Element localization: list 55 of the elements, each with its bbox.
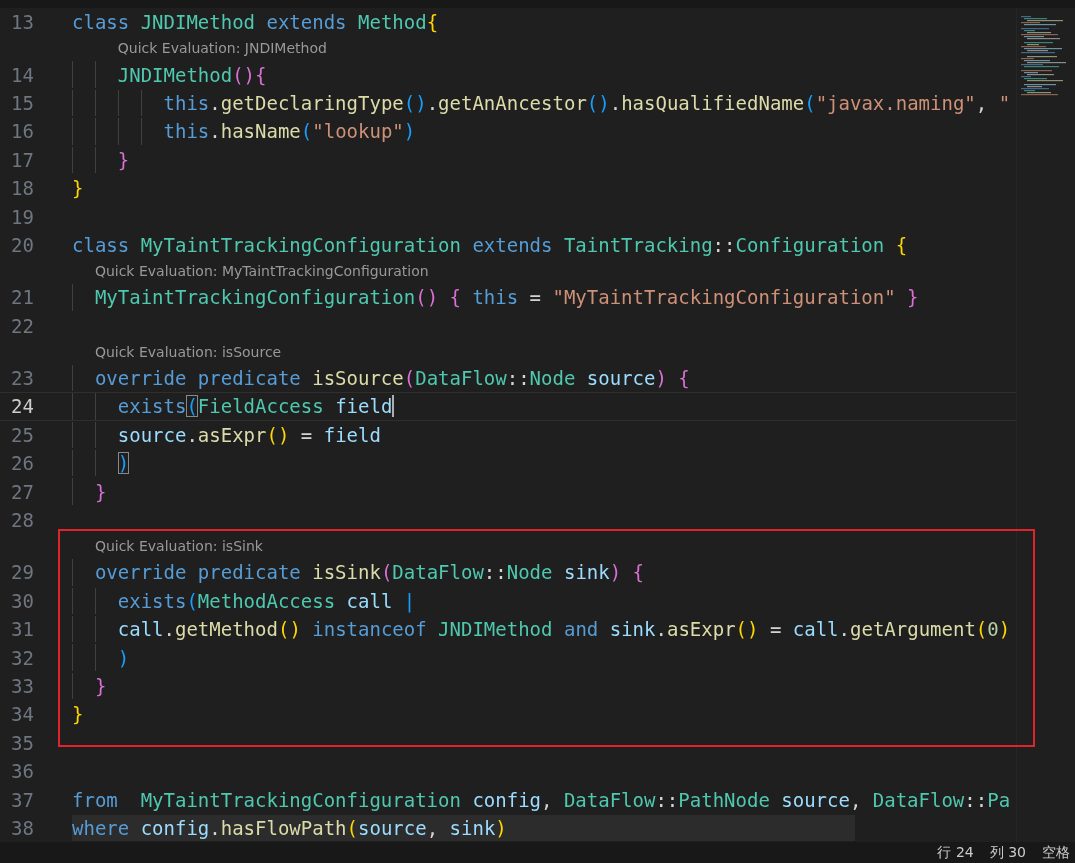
line-number: 16: [10, 120, 34, 143]
code-line: }: [117, 148, 130, 171]
quick-evaluation-link[interactable]: Quick Evaluation: JNDIMethod: [117, 40, 327, 57]
code-line: call.getMethod() instanceof JNDIMethod and sink.asExpr() = call.getArgument(0): [117, 618, 1011, 641]
code-line: this.hasName("lookup"): [163, 120, 416, 143]
code-line: }: [94, 480, 107, 503]
quick-evaluation-link[interactable]: Quick Evaluation: MyTaintTrackingConfiguration: [94, 263, 429, 280]
line-number: 18: [10, 177, 34, 200]
quick-evaluation-link[interactable]: Quick Evaluation: isSink: [94, 538, 263, 555]
line-number: 30: [10, 589, 34, 612]
quick-evaluation-link[interactable]: Quick Evaluation: isSource: [94, 343, 282, 360]
code-line: class MyTaintTrackingConfiguration extends TaintTracking::Configuration {: [72, 233, 908, 256]
line-number: 34: [10, 703, 34, 726]
line-number: 27: [10, 480, 34, 503]
code-line: this.getDeclaringType().getAnAncestor().hasQualifiedName("javax.naming", ": [163, 91, 1011, 114]
status-item[interactable]: 空格: [1042, 843, 1070, 862]
code-line: }: [94, 675, 107, 697]
line-number: 19: [10, 205, 34, 228]
line-number: 35: [10, 731, 34, 754]
line-number: 37: [10, 788, 34, 811]
code-line: }: [72, 177, 84, 200]
line-number: 15: [10, 91, 34, 114]
line-number: 20: [10, 233, 34, 256]
status-item[interactable]: 列 30: [989, 843, 1026, 862]
code-line: JNDIMethod(){: [117, 63, 267, 86]
code-line: source.asExpr() = field: [117, 423, 381, 446]
line-number: 28: [10, 509, 34, 532]
status-item[interactable]: 行 24: [937, 843, 974, 862]
line-number: 23: [10, 367, 34, 390]
code-line: from MyTaintTrackingConfiguration config, DataFlow::PathNode source, DataFlow::Pa: [72, 788, 1011, 811]
line-number: 29: [10, 561, 34, 584]
code-line: where config.hasFlowPath(source, sink): [72, 816, 507, 839]
code-line: ): [117, 646, 130, 669]
line-number: 14: [10, 63, 34, 86]
code-line: override predicate isSource(DataFlow::Node source) {: [94, 367, 690, 390]
line-number: 21: [10, 286, 34, 309]
line-number: 25: [10, 423, 34, 446]
line-number: 32: [10, 646, 34, 669]
line-number: 26: [10, 452, 34, 475]
line-number: 17: [10, 148, 34, 171]
code-line: exists(MethodAccess call |: [117, 589, 416, 612]
text-cursor: [392, 395, 395, 418]
line-number: 31: [10, 618, 34, 641]
code-line: MyTaintTrackingConfiguration() { this = "MyTaintTrackingConfiguration" }: [94, 286, 919, 309]
code-line: class JNDIMethod extends Method{: [72, 11, 439, 34]
line-number: 24: [10, 395, 34, 418]
line-number: 22: [10, 314, 34, 337]
code-line: override predicate isSink(DataFlow::Node sink) {: [94, 561, 645, 584]
code-line: exists(FieldAccess field: [117, 395, 393, 418]
code-line: ): [117, 452, 130, 475]
line-number: 33: [10, 675, 34, 697]
code-line: }: [72, 703, 84, 726]
line-number: 36: [10, 760, 34, 783]
line-number: 38: [10, 816, 34, 839]
line-number: 13: [10, 11, 34, 34]
